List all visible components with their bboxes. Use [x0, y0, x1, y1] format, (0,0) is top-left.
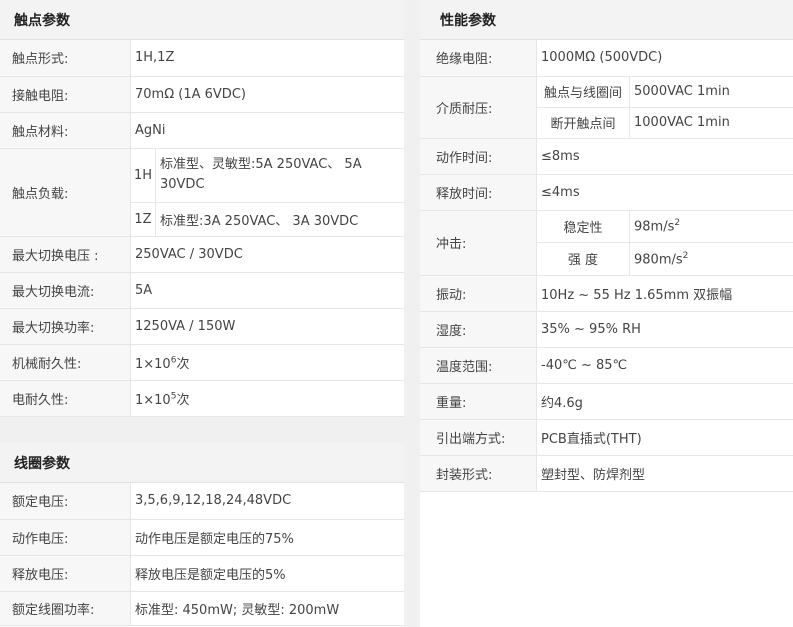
shock-label-stability: 稳定性	[537, 210, 630, 243]
row-value: 约4.6g	[536, 383, 793, 420]
shock-value-stability: 98m/s2	[629, 210, 793, 243]
performance-params-title: 性能参数	[420, 0, 793, 40]
row-label: 介质耐压:	[420, 76, 537, 139]
row-value: 1H,1Z	[130, 40, 404, 77]
row-label: 额定电压:	[0, 483, 131, 520]
row-value: 3,5,6,9,12,18,24,48VDC	[130, 483, 404, 520]
row-value: 1×106次	[130, 344, 404, 381]
contact-params-panel: 触点参数 触点形式: 1H,1Z 接触电阻: 70mΩ (1A 6VDC) 触点材料…	[0, 0, 404, 417]
row-value: 1×105次	[130, 380, 404, 417]
row-label: 电耐久性:	[0, 380, 131, 417]
row-label: 冲击:	[420, 210, 537, 276]
performance-params-panel: 性能参数 绝缘电阻: 1000MΩ (500VDC) 介质耐压: 触点与线圈间 50…	[420, 0, 793, 627]
row-value: 5A	[130, 272, 404, 309]
row-value: 释放电压是额定电压的5%	[130, 555, 404, 592]
shock-label-strength: 强 度	[537, 242, 630, 275]
row-value: ≤8ms	[536, 138, 793, 175]
row-label: 引出端方式:	[420, 419, 537, 456]
row-label: 接触电阻:	[0, 76, 131, 113]
load-tag-1h: 1H	[131, 148, 156, 203]
value-base: 980m/s	[634, 251, 683, 267]
row-label: 动作电压:	[0, 519, 131, 556]
row-label: 振动:	[420, 275, 537, 312]
value-unit: 次	[176, 392, 190, 408]
value-base: 98m/s	[634, 219, 675, 235]
row-value: PCB直插式(THT)	[536, 419, 793, 456]
row-value: 35% ~ 95% RH	[536, 311, 793, 348]
value-exponent: 2	[674, 218, 681, 229]
row-label: 释放时间:	[420, 174, 537, 211]
value-base: 1×10	[135, 356, 171, 372]
row-label: 湿度:	[420, 311, 537, 348]
row-value: 1000MΩ (500VDC)	[536, 40, 793, 77]
load-subtable: 1H 标准型、灵敏型:5A 250VAC、 5A 30VDC 1Z 标准型:3A…	[131, 148, 404, 236]
row-value: 70mΩ (1A 6VDC)	[130, 76, 404, 113]
row-value: 1250VA / 150W	[130, 308, 404, 345]
load-tag-1z: 1Z	[131, 202, 156, 236]
row-value: 塑封型、防焊剂型	[536, 455, 793, 492]
dielectric-label-open: 断开触点间	[537, 107, 630, 137]
dielectric-subtable: 触点与线圈间 5000VAC 1min 断开触点间 1000VAC 1min	[537, 77, 793, 137]
row-value: 250VAC / 30VDC	[130, 236, 404, 273]
contact-params-title: 触点参数	[0, 0, 404, 40]
row-label: 绝缘电阻:	[420, 40, 537, 77]
shock-value-strength: 980m/s2	[630, 243, 793, 275]
row-value: ≤4ms	[536, 174, 793, 211]
load-value-1h: 标准型、灵敏型:5A 250VAC、 5A 30VDC	[155, 148, 404, 203]
row-label: 封装形式:	[420, 455, 537, 492]
contact-params-table: 触点形式: 1H,1Z 接触电阻: 70mΩ (1A 6VDC) 触点材料: AgNi…	[0, 40, 404, 417]
row-label: 机械耐久性:	[0, 344, 131, 381]
shock-subtable: 稳定性 98m/s2 强 度 980m/s2	[537, 210, 793, 275]
coil-params-title: 线圈参数	[0, 443, 404, 483]
row-label: 最大切换电压 :	[0, 236, 131, 273]
row-value: -40℃ ~ 85℃	[536, 347, 793, 384]
load-value-1z: 标准型:3A 250VAC、 3A 30VDC	[160, 213, 359, 229]
row-value: 10Hz ~ 55 Hz 1.65mm 双振幅	[536, 275, 793, 312]
coil-params-table: 额定电压: 3,5,6,9,12,18,24,48VDC 动作电压: 动作电压是额定…	[0, 483, 404, 626]
coil-params-panel: 线圈参数 额定电压: 3,5,6,9,12,18,24,48VDC 动作电压: 动作…	[0, 443, 404, 627]
performance-params-table: 绝缘电阻: 1000MΩ (500VDC) 介质耐压: 触点与线圈间 5000VAC…	[420, 40, 793, 492]
row-value: AgNi	[130, 112, 404, 149]
row-label: 动作时间:	[420, 138, 537, 175]
value-unit: 次	[176, 356, 190, 372]
dielectric-label-coil: 触点与线圈间	[537, 77, 630, 108]
row-label: 温度范围:	[420, 347, 537, 384]
row-label: 触点形式:	[0, 40, 131, 77]
row-label: 额定线圈功率:	[0, 591, 131, 626]
row-label: 释放电压:	[0, 555, 131, 592]
row-label: 最大切换电流:	[0, 272, 131, 309]
row-label: 触点材料:	[0, 112, 131, 149]
value-base: 1×10	[135, 392, 171, 408]
row-label: 触点负载:	[0, 148, 131, 237]
dielectric-value-open: 1000VAC 1min	[634, 114, 730, 130]
row-value: 动作电压是额定电压的75%	[130, 519, 404, 556]
row-value: 标准型: 450mW; 灵敏型: 200mW	[130, 591, 404, 626]
row-label: 重量:	[420, 383, 537, 420]
row-label: 最大切换功率:	[0, 308, 131, 345]
dielectric-value-coil: 5000VAC 1min	[629, 77, 793, 108]
value-exponent: 2	[682, 250, 689, 261]
